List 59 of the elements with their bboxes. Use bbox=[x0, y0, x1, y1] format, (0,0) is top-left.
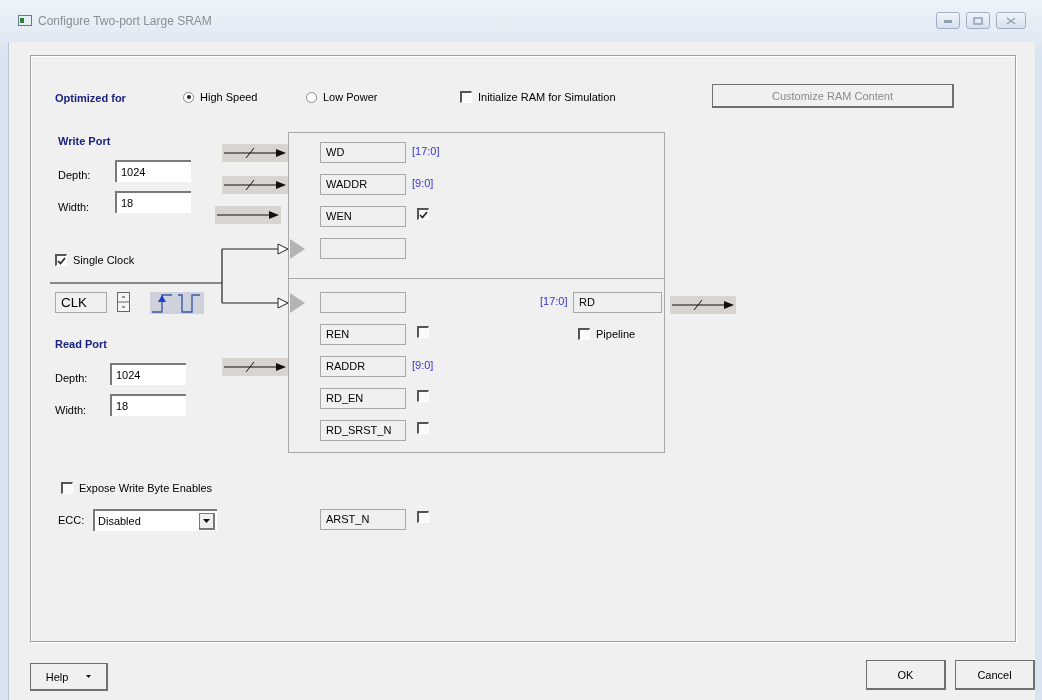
bit-range: [17:0] bbox=[412, 145, 440, 157]
ecc-dropdown[interactable]: Disabled bbox=[93, 509, 217, 531]
radio-circle[interactable] bbox=[306, 91, 317, 103]
section-title: Read Port bbox=[55, 338, 107, 350]
caret-icon bbox=[86, 675, 92, 678]
clock-edge-icon[interactable] bbox=[150, 292, 204, 314]
checkbox[interactable] bbox=[61, 482, 73, 494]
checkbox[interactable] bbox=[417, 208, 429, 220]
signal-name-field[interactable]: WADDR bbox=[320, 174, 406, 195]
checkbox-label: Single Clock bbox=[73, 254, 135, 266]
checkbox[interactable] bbox=[417, 390, 429, 402]
depth-field[interactable]: 1024 bbox=[110, 363, 186, 385]
checkbox-label: Initialize RAM for Simulation bbox=[478, 91, 616, 103]
checkbox[interactable] bbox=[417, 511, 429, 523]
signal-name-field[interactable]: RD bbox=[573, 292, 662, 313]
radio-option[interactable]: Low Power bbox=[306, 91, 378, 103]
option-label: Optimized for bbox=[55, 92, 126, 104]
close-icon bbox=[1006, 16, 1016, 25]
maximize-icon bbox=[973, 16, 983, 25]
port-triangle-icon bbox=[290, 239, 306, 259]
ok-button[interactable]: OK bbox=[866, 660, 946, 690]
field-label: ECC: bbox=[58, 514, 85, 526]
signal-name-field[interactable]: WEN bbox=[320, 206, 406, 227]
field-label: Width: bbox=[55, 404, 87, 416]
checkbox[interactable] bbox=[417, 326, 429, 338]
signal-name-field[interactable]: RD_EN bbox=[320, 388, 406, 409]
field-label: Width: bbox=[58, 201, 90, 213]
clock-field[interactable]: CLK bbox=[55, 292, 107, 313]
checkbox[interactable] bbox=[460, 91, 472, 103]
field-label: Depth: bbox=[55, 372, 88, 384]
signal-name-field[interactable]: ARST_N bbox=[320, 509, 406, 530]
bit-range: [9:0] bbox=[412, 359, 434, 371]
checkbox[interactable] bbox=[417, 422, 429, 434]
width-field[interactable]: 18 bbox=[115, 191, 191, 213]
signal-name-field[interactable] bbox=[320, 238, 406, 259]
caret-icon bbox=[203, 518, 210, 523]
radio-option[interactable]: High Speed bbox=[183, 91, 258, 103]
signal-name-field[interactable]: WD bbox=[320, 142, 406, 163]
checkbox-label: Pipeline bbox=[596, 328, 636, 340]
help-button[interactable]: Help bbox=[30, 663, 108, 691]
signal-name-field[interactable]: RD_SRST_N bbox=[320, 420, 406, 441]
depth-field[interactable]: 1024 bbox=[115, 160, 191, 182]
signal-name-field[interactable]: RADDR bbox=[320, 356, 406, 377]
checkbox[interactable] bbox=[55, 254, 67, 266]
checkbox-label: Expose Write Byte Enables bbox=[79, 482, 213, 494]
width-field[interactable]: 18 bbox=[110, 394, 186, 416]
app-icon bbox=[18, 15, 32, 26]
signal-name-field[interactable]: REN bbox=[320, 324, 406, 345]
cancel-button[interactable]: Cancel bbox=[955, 660, 1035, 690]
checkbox[interactable] bbox=[578, 328, 590, 340]
spinner-icon[interactable] bbox=[117, 292, 130, 312]
port-triangle-icon bbox=[290, 293, 306, 313]
section-title: Write Port bbox=[58, 135, 111, 147]
radio-circle[interactable] bbox=[183, 91, 194, 103]
signal-name-field[interactable] bbox=[320, 292, 406, 313]
window-title: Configure Two-port Large SRAM bbox=[38, 14, 212, 28]
bit-range: [17:0] bbox=[540, 295, 568, 307]
bit-range: [9:0] bbox=[412, 177, 434, 189]
field-label: Depth: bbox=[58, 169, 91, 181]
